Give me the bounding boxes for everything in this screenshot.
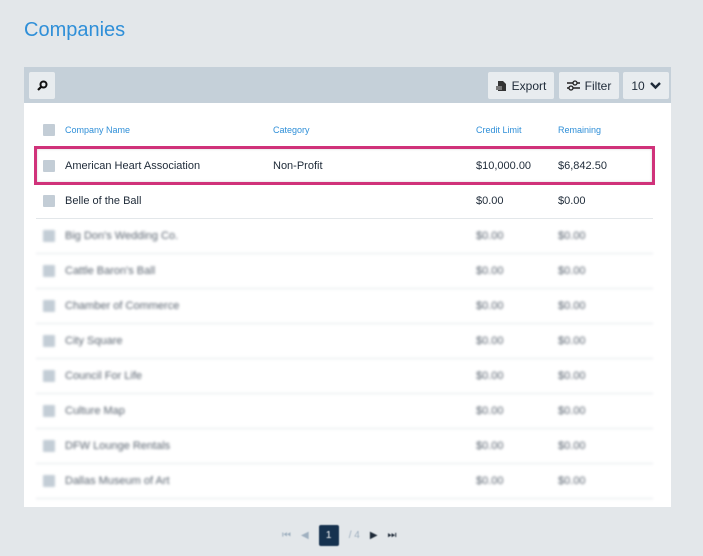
credit-limit: $0.00 (476, 229, 504, 242)
credit-limit: $0.00 (476, 299, 504, 312)
remaining: $0.00 (558, 369, 586, 382)
row-checkbox[interactable] (43, 264, 55, 277)
current-page[interactable]: 1 (318, 525, 339, 546)
table-row[interactable]: Cattle Baron's Ball $0.00 $0.00 (36, 253, 653, 289)
table-row[interactable]: Culture Map $0.00 $0.00 (36, 393, 653, 429)
table-row[interactable]: City Square $0.00 $0.00 (36, 323, 653, 359)
company-name[interactable]: Cattle Baron's Ball (65, 265, 155, 277)
remaining: $0.00 (558, 474, 586, 487)
table-row[interactable]: Council For Life $0.00 $0.00 (36, 358, 653, 394)
prev-page-icon[interactable]: ◀ (301, 530, 309, 541)
row-checkbox[interactable] (43, 474, 55, 487)
credit-limit: $0.00 (476, 264, 504, 277)
total-pages: / 4 (348, 530, 360, 541)
row-checkbox[interactable] (43, 194, 55, 207)
company-name[interactable]: Chamber of Commerce (65, 300, 179, 312)
header-remaining[interactable]: Remaining (558, 125, 601, 135)
row-checkbox[interactable] (43, 404, 55, 417)
remaining: $0.00 (558, 264, 586, 277)
chevron-down-icon (649, 81, 661, 89)
search-icon (36, 80, 47, 91)
remaining: $0.00 (558, 404, 586, 417)
remaining: $0.00 (558, 439, 586, 452)
row-checkbox[interactable] (43, 334, 55, 347)
sliders-icon (566, 80, 580, 91)
page-title: Companies (24, 19, 126, 41)
row-checkbox[interactable] (43, 159, 55, 172)
first-page-icon[interactable]: ⏮ (282, 530, 291, 541)
table-row[interactable]: Belle of the Ball $0.00 $0.00 (36, 183, 653, 219)
filter-button[interactable]: Filter (559, 72, 619, 99)
remaining: $0.00 (558, 194, 586, 207)
last-page-icon[interactable]: ⏭ (388, 530, 397, 541)
company-name[interactable]: City Square (65, 335, 122, 347)
filter-label: Filter (584, 78, 612, 93)
select-all-checkbox[interactable] (43, 124, 55, 136)
row-checkbox[interactable] (43, 439, 55, 452)
remaining: $0.00 (558, 299, 586, 312)
table-row[interactable]: Dallas Museum of Art $0.00 $0.00 (36, 463, 653, 499)
header-company-name[interactable]: Company Name (65, 125, 130, 135)
remaining: $0.00 (558, 334, 586, 347)
next-page-icon[interactable]: ▶ (370, 530, 378, 541)
row-checkbox[interactable] (43, 229, 55, 242)
export-file-icon (495, 80, 506, 91)
row-checkbox[interactable] (43, 369, 55, 382)
remaining: $6,842.50 (558, 159, 607, 172)
table-row[interactable]: DFW Lounge Rentals $0.00 $0.00 (36, 428, 653, 464)
company-name[interactable]: American Heart Association (65, 160, 200, 172)
credit-limit: $0.00 (476, 474, 504, 487)
export-button[interactable]: Export (488, 72, 554, 99)
company-name[interactable]: Dallas Museum of Art (65, 475, 170, 487)
credit-limit: $10,000.00 (476, 159, 532, 172)
table-row[interactable]: Chamber of Commerce $0.00 $0.00 (36, 288, 653, 324)
credit-limit: $0.00 (476, 439, 504, 452)
credit-limit: $0.00 (476, 194, 504, 207)
header-credit-limit[interactable]: Credit Limit (476, 125, 522, 135)
company-name[interactable]: DFW Lounge Rentals (65, 440, 170, 452)
header-category[interactable]: Category (273, 125, 310, 135)
table-row[interactable]: Big Don's Wedding Co. $0.00 $0.00 (36, 218, 653, 254)
credit-limit: $0.00 (476, 334, 504, 347)
company-name[interactable]: Council For Life (65, 370, 142, 382)
row-checkbox[interactable] (43, 299, 55, 312)
remaining: $0.00 (558, 229, 586, 242)
companies-table-card: Export Filter 10 Company Name Category C… (24, 67, 671, 507)
export-label: Export (511, 78, 547, 93)
category: Non-Profit (273, 159, 323, 172)
search-button[interactable] (29, 72, 55, 99)
toolbar: Export Filter 10 (24, 67, 671, 103)
page-size-select[interactable]: 10 (623, 72, 669, 99)
page-size-value: 10 (631, 78, 645, 93)
pagination: ⏮ ◀ 1 / 4 ▶ ⏭ (282, 525, 397, 546)
credit-limit: $0.00 (476, 369, 504, 382)
credit-limit: $0.00 (476, 404, 504, 417)
company-name[interactable]: Big Don's Wedding Co. (65, 230, 178, 242)
company-name[interactable]: Culture Map (65, 405, 125, 417)
company-name[interactable]: Belle of the Ball (65, 195, 141, 207)
table-header: Company Name Category Credit Limit Remai… (24, 124, 671, 147)
table-row[interactable]: American Heart Association Non-Profit $1… (34, 146, 655, 185)
